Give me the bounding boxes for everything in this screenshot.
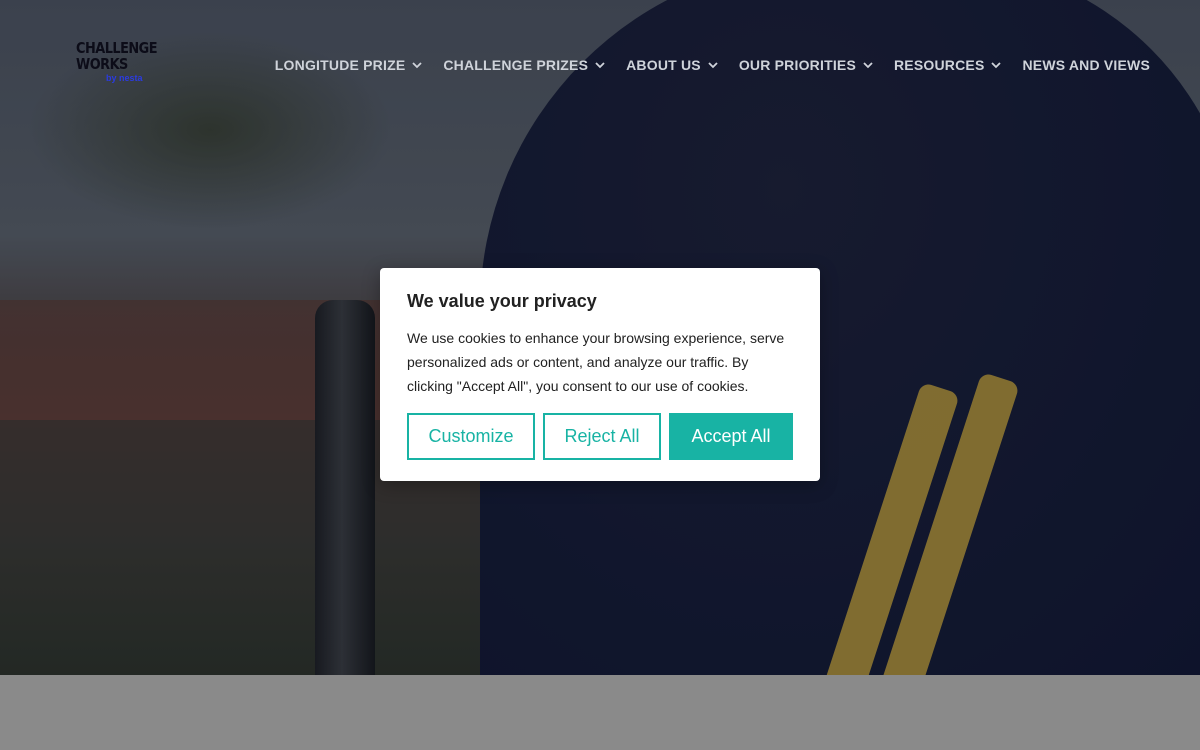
nav-item-challenge-prizes[interactable]: CHALLENGE PRIZES	[443, 57, 606, 73]
main-nav: LONGITUDE PRIZE CHALLENGE PRIZES ABOUT U…	[255, 57, 1150, 73]
nav-item-label: OUR PRIORITIES	[738, 57, 856, 73]
nav-item-label: NEWS AND VIEWS	[1022, 57, 1150, 73]
nav-item-label: CHALLENGE PRIZES	[443, 57, 589, 73]
chevron-down-icon	[990, 59, 1002, 71]
nav-item-label: RESOURCES	[894, 57, 985, 73]
nav-item-about-us[interactable]: ABOUT US	[626, 57, 719, 73]
logo-line-1: CHALLENGE	[76, 39, 158, 57]
chevron-down-icon	[862, 59, 874, 71]
nav-item-longitude-prize[interactable]: LONGITUDE PRIZE	[275, 57, 424, 73]
cookie-dialog-text: We use cookies to enhance your browsing …	[407, 330, 785, 394]
chevron-down-icon	[411, 59, 423, 71]
logo-by-nesta: by nesta	[106, 73, 143, 83]
nav-item-our-priorities[interactable]: OUR PRIORITIES	[739, 57, 874, 73]
cookie-dialog-title: We value your privacy	[407, 291, 597, 311]
nav-item-label: ABOUT US	[626, 57, 701, 73]
site-header: CHALLENGE WORKS by nesta LONGITUDE PRIZE…	[0, 0, 1200, 130]
chevron-down-icon	[594, 59, 606, 71]
cookie-consent-dialog: We value your privacy We use cookies to …	[380, 268, 820, 481]
logo-line-2: WORKS	[76, 55, 128, 73]
cookie-button-row: Customize Reject All Accept All	[407, 413, 793, 460]
site-logo[interactable]: CHALLENGE WORKS by nesta	[76, 39, 158, 90]
accept-all-button[interactable]: Accept All	[669, 413, 793, 460]
chevron-down-icon	[707, 59, 719, 71]
reject-all-button[interactable]: Reject All	[543, 413, 661, 460]
customize-button[interactable]: Customize	[407, 413, 535, 460]
nav-item-news-and-views[interactable]: NEWS AND VIEWS	[1022, 57, 1150, 73]
nav-item-label: LONGITUDE PRIZE	[274, 57, 406, 73]
nav-item-resources[interactable]: RESOURCES	[894, 57, 1002, 73]
